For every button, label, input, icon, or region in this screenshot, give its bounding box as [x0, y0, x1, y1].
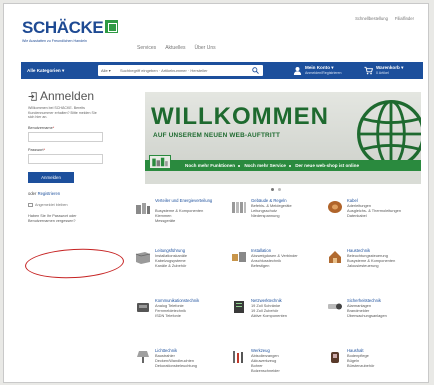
banner-title: WILLKOMMEN — [151, 103, 329, 130]
strip-item-online: Der neue web-shop ist online — [295, 163, 360, 168]
category-link[interactable]: Überwachungsanlagen — [347, 313, 421, 318]
category-link[interactable]: Dekorationsbeleuchtung — [155, 363, 229, 368]
lamp-icon — [137, 351, 149, 363]
quick-order-link[interactable]: Schnellbestellung — [355, 16, 388, 21]
category-link[interactable]: Niederspannung — [251, 213, 325, 218]
all-categories-button[interactable]: Alle Kategorien ▾ — [27, 66, 91, 75]
cart-icon — [364, 66, 373, 75]
category-link[interactable]: Kanäle & Zubehör — [155, 263, 229, 268]
account-subtitle: Anmelden/Registrieren — [305, 71, 342, 75]
category-link[interactable]: Bolzenschneider — [251, 368, 325, 373]
logo-text: SCHÄCKE — [22, 18, 104, 37]
category-item[interactable]: Gebäude & Regeln Befehls- & Meldegeräte … — [231, 198, 327, 248]
carousel-dot[interactable] — [271, 188, 274, 191]
installation-icon — [232, 252, 246, 262]
category-item[interactable]: Haustechnik Beleuchtungssteuerung Busyst… — [327, 248, 423, 298]
category-item[interactable]: Sicherheitstechnik Alarmanlagen Brandmel… — [327, 298, 423, 348]
breaker-icon — [232, 202, 246, 213]
account-menu[interactable]: Mein Konto ▾ Anmelden/Registrieren — [293, 64, 357, 77]
category-item[interactable]: Verteiler und Energieverteilung Busystem… — [135, 198, 231, 248]
branch-finder-link[interactable]: Filialfinder — [395, 16, 414, 21]
search-icon[interactable] — [252, 67, 259, 74]
top-nav: Services Aktuelles Über Uns — [137, 45, 216, 51]
top-nav-about[interactable]: Über Uns — [194, 45, 215, 51]
shop-thumbnail-icon — [149, 155, 171, 169]
category-link[interactable]: ISDN Telefonie — [155, 313, 229, 318]
user-icon — [293, 66, 302, 75]
category-item[interactable]: Haushalt Bodenpflege Bügeln Bürstenzubeh… — [327, 348, 423, 382]
top-nav-news[interactable]: Aktuelles — [165, 45, 185, 51]
category-link[interactable]: Aktive Komponenten — [251, 313, 325, 318]
carousel-dots — [271, 188, 281, 191]
remember-me[interactable]: Angemeldet bleiben — [28, 202, 108, 209]
login-button[interactable]: Anmelden — [28, 171, 74, 183]
category-item[interactable]: Installation Abzweigdosen & Verbinder An… — [231, 248, 327, 298]
cable-duct-icon — [135, 252, 151, 264]
logo[interactable]: SCHÄCKE Wie Ausstatten zu Freundlichen H… — [22, 18, 119, 43]
register-line: oder Registrieren — [28, 191, 108, 196]
category-link[interactable]: Datenkabel — [347, 213, 421, 218]
welcome-banner[interactable]: WILLKOMMEN AUF UNSEREM NEUEN WEB-AUFTRIT… — [145, 92, 421, 184]
search-scope-select[interactable]: Alle ▾ — [101, 65, 111, 76]
category-item[interactable]: Kabel Aderleitungen Ausgleichs- & Thermo… — [327, 198, 423, 248]
highlight-circle — [24, 246, 125, 281]
remember-checkbox[interactable] — [28, 202, 33, 208]
strip-item-service: Noch mehr Service — [244, 163, 286, 168]
top-nav-services[interactable]: Services — [137, 45, 156, 51]
login-heading: Anmelden — [28, 89, 108, 103]
category-title: Verteiler und Energieverteilung — [155, 198, 213, 203]
search-input[interactable] — [120, 66, 246, 75]
page: SCHÄCKE Wie Ausstatten zu Freundlichen H… — [3, 3, 429, 383]
category-item[interactable]: Leitungsführung Installationskanäle Kabe… — [135, 248, 231, 298]
cart-subtitle: 0 Artikel — [376, 71, 389, 75]
tool-icon — [233, 351, 243, 363]
forgot-password-link[interactable]: Haben Sie Ihr Passwort oder Benutzername… — [28, 214, 92, 224]
category-link[interactable]: Bürstenzubehör — [347, 363, 421, 368]
register-link[interactable]: Registrieren — [38, 191, 61, 196]
username-field[interactable] — [28, 131, 103, 142]
category-link[interactable]: Jalousiesteuerung — [347, 263, 421, 268]
phone-icon — [137, 303, 149, 312]
header: SCHÄCKE Wie Ausstatten zu Freundlichen H… — [4, 4, 428, 56]
login-intro: Willkommen bei SCHÄCKE. Bereits Kundennu… — [28, 106, 97, 120]
house-icon — [329, 251, 341, 263]
main-navbar: Alle Kategorien ▾ Alle ▾ Mein Konto ▾ An… — [21, 62, 423, 79]
banner-strip: Noch mehr Funktionen Noch mehr Service D… — [145, 160, 421, 171]
carousel-dot[interactable] — [278, 188, 281, 191]
cable-reel-icon — [328, 201, 342, 213]
banner-subtitle: AUF UNSEREM NEUEN WEB-AUFTRITT — [153, 132, 281, 139]
distribution-panel-icon — [136, 203, 150, 214]
category-item[interactable]: Werkzeug Abisolierzangen Akkuwerkzeug Bo… — [231, 348, 327, 382]
login-icon — [28, 92, 37, 101]
category-item[interactable]: Lichttechnik Baustrahler Decken/Wandleuc… — [135, 348, 231, 382]
cart-menu[interactable]: Warenkorb ▾ 0 Artikel — [364, 64, 420, 77]
category-item[interactable]: Kommunikationstechnik Analog Telefonie F… — [135, 298, 231, 348]
search-bar: Alle ▾ — [98, 65, 263, 76]
banner-strip-text: Noch mehr Funktionen Noch mehr Service D… — [185, 160, 359, 171]
household-icon — [331, 352, 339, 363]
category-link[interactable]: Befestigen — [251, 263, 325, 268]
remember-label: Angemeldet bleiben — [35, 202, 68, 207]
username-label: Benutzername* — [28, 125, 55, 130]
password-label: Passwort* — [28, 147, 46, 152]
login-title: Anmelden — [40, 89, 95, 103]
login-sidebar: Anmelden Willkommen bei SCHÄCKE. Bereits… — [28, 89, 108, 224]
password-field[interactable] — [28, 153, 103, 164]
register-prefix: oder — [28, 190, 37, 196]
category-link[interactable]: Messgeräte — [155, 218, 229, 223]
utility-links: Schnellbestellung Filialfinder — [355, 16, 414, 21]
logo-mark-icon — [105, 20, 119, 33]
security-icon — [328, 303, 342, 310]
category-item[interactable]: Netzwerktechnik 19 Zoll Schränke 19 Zoll… — [231, 298, 327, 348]
network-icon — [234, 301, 244, 313]
logo-tagline: Wie Ausstatten zu Freundlichen Handeln — [22, 39, 87, 43]
strip-item-functions: Noch mehr Funktionen — [185, 163, 236, 168]
